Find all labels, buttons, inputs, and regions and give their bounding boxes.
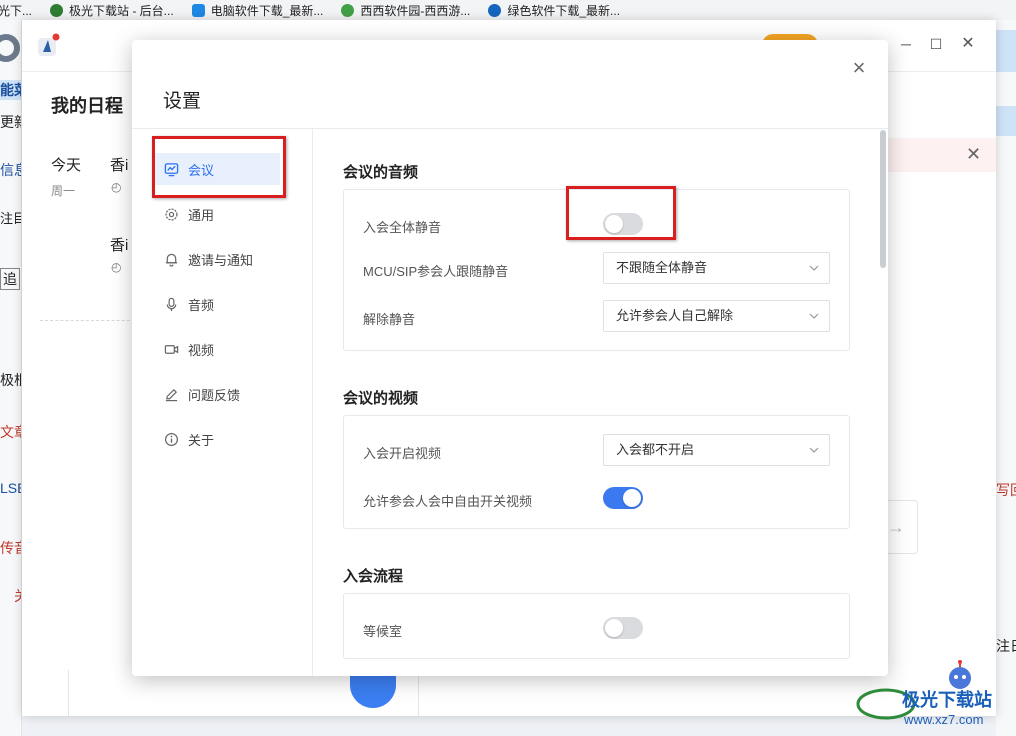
close-window-icon[interactable]: ✕ — [960, 36, 976, 52]
site-favicon-icon — [50, 3, 64, 17]
section-title-video: 会议的视频 — [343, 390, 419, 407]
chevron-down-icon — [809, 447, 819, 453]
event-title[interactable]: 香i — [110, 234, 128, 255]
video-on-join-select[interactable]: 入会都不开启 — [603, 434, 830, 466]
maximize-icon[interactable]: ☐ — [928, 36, 944, 52]
video-settings-card: 入会开启视频 入会都不开启 允许参会人会中自由开关视频 — [343, 415, 850, 529]
waiting-room-toggle[interactable] — [603, 617, 643, 639]
nav-item-general[interactable]: 通用 — [152, 198, 280, 230]
bg-fragment: 注日打 — [996, 638, 1016, 654]
clock-icon: ◴ — [111, 180, 122, 194]
watermark-url: www.xz7.com — [904, 712, 984, 727]
bg-fragment: 信息 — [0, 162, 21, 178]
bg-fragment: 写回 — [996, 482, 1016, 498]
nav-item-video[interactable]: 视频 — [152, 333, 280, 365]
bookmark-item[interactable]: 光下... — [0, 2, 32, 19]
mute-on-join-label: 入会全体静音 — [363, 220, 442, 235]
dialog-title: 设置 — [163, 91, 202, 112]
toggle-knob — [623, 489, 641, 507]
close-icon[interactable]: × — [848, 57, 870, 79]
event-title[interactable]: 香i — [110, 154, 128, 175]
bg-fragment[interactable]: 追 — [0, 268, 20, 290]
bg-fragment: 文章 — [0, 424, 21, 440]
allow-toggle-video-toggle[interactable] — [603, 487, 643, 509]
highlight-box — [566, 186, 676, 240]
divider — [68, 670, 69, 716]
bookmark-item[interactable]: 绿色软件下载_最新... — [488, 2, 620, 19]
divider — [418, 670, 419, 716]
nav-item-audio[interactable]: 音频 — [152, 288, 280, 320]
bg-fragment: 关 — [14, 586, 21, 606]
bg-fragment: 注目. — [0, 211, 21, 226]
nav-item-invitation[interactable]: 邀请与通知 — [152, 243, 280, 275]
join-flow-card: 等候室 — [343, 593, 850, 659]
mcu-follow-mute-select[interactable]: 不跟随全体静音 — [603, 252, 830, 284]
microphone-icon — [163, 296, 179, 312]
chevron-down-icon — [809, 313, 819, 319]
bg-fragment: 能菜 — [0, 80, 21, 100]
app-logo-icon — [36, 32, 62, 58]
divider — [40, 320, 140, 321]
bell-icon — [163, 251, 179, 267]
allow-toggle-video-label: 允许参会人会中自由开关视频 — [363, 494, 533, 509]
nav-item-about[interactable]: 关于 — [152, 423, 280, 455]
background-right-strip: 写回 注日打 — [996, 20, 1016, 736]
watermark-text: 极光下载站 — [902, 690, 992, 710]
unmute-select[interactable]: 允许参会人自己解除 — [603, 300, 830, 332]
video-camera-icon — [163, 341, 179, 357]
schedule-heading: 我的日程 — [51, 96, 123, 116]
bg-fragment: LSE — [0, 480, 21, 496]
scrollbar[interactable] — [880, 130, 886, 268]
site-favicon-icon — [341, 3, 355, 17]
bg-fragment: 极根 — [0, 372, 21, 388]
toggle-knob — [605, 619, 623, 637]
highlight-box — [152, 136, 286, 198]
info-icon — [163, 431, 179, 447]
chevron-down-icon — [809, 265, 819, 271]
section-title-audio: 会议的音频 — [343, 164, 419, 181]
nav-item-feedback[interactable]: 问题反馈 — [152, 378, 280, 410]
gear-icon — [163, 206, 179, 222]
pencil-icon — [163, 386, 179, 402]
bg-block — [996, 106, 1016, 136]
bg-fragment: 传音 — [0, 540, 21, 556]
video-on-join-label: 入会开启视频 — [363, 446, 442, 461]
section-title-join-flow: 入会流程 — [343, 568, 404, 585]
mcu-follow-mute-label: MCU/SIP参会人跟随静音 — [363, 264, 509, 279]
site-favicon-icon — [191, 3, 205, 17]
background-left-strip: 能菜 更新 信息 注目. 追 极根 文章 LSE 传音 关 — [0, 20, 22, 736]
bookmark-bar: 光下... 极光下载站 - 后台... 电脑软件下载_最新... 西西软件园-西… — [0, 0, 1016, 20]
bookmark-item[interactable]: 极光下载站 - 后台... — [50, 2, 174, 19]
gear-icon — [0, 34, 20, 62]
minimize-icon[interactable]: ─ — [898, 36, 914, 52]
weekday-label: 周一 — [51, 184, 76, 198]
unmute-label: 解除静音 — [363, 312, 416, 327]
waiting-room-label: 等候室 — [363, 624, 403, 639]
site-favicon-icon — [488, 3, 502, 17]
today-label: 今天 — [51, 157, 82, 174]
bg-block — [996, 30, 1016, 72]
close-icon[interactable]: ✕ — [966, 144, 981, 165]
bookmark-item[interactable]: 电脑软件下载_最新... — [191, 2, 323, 19]
clock-icon: ◴ — [111, 260, 122, 274]
bookmark-item[interactable]: 西西软件园-西西游... — [341, 2, 470, 19]
bg-fragment: 更新 — [0, 114, 21, 130]
